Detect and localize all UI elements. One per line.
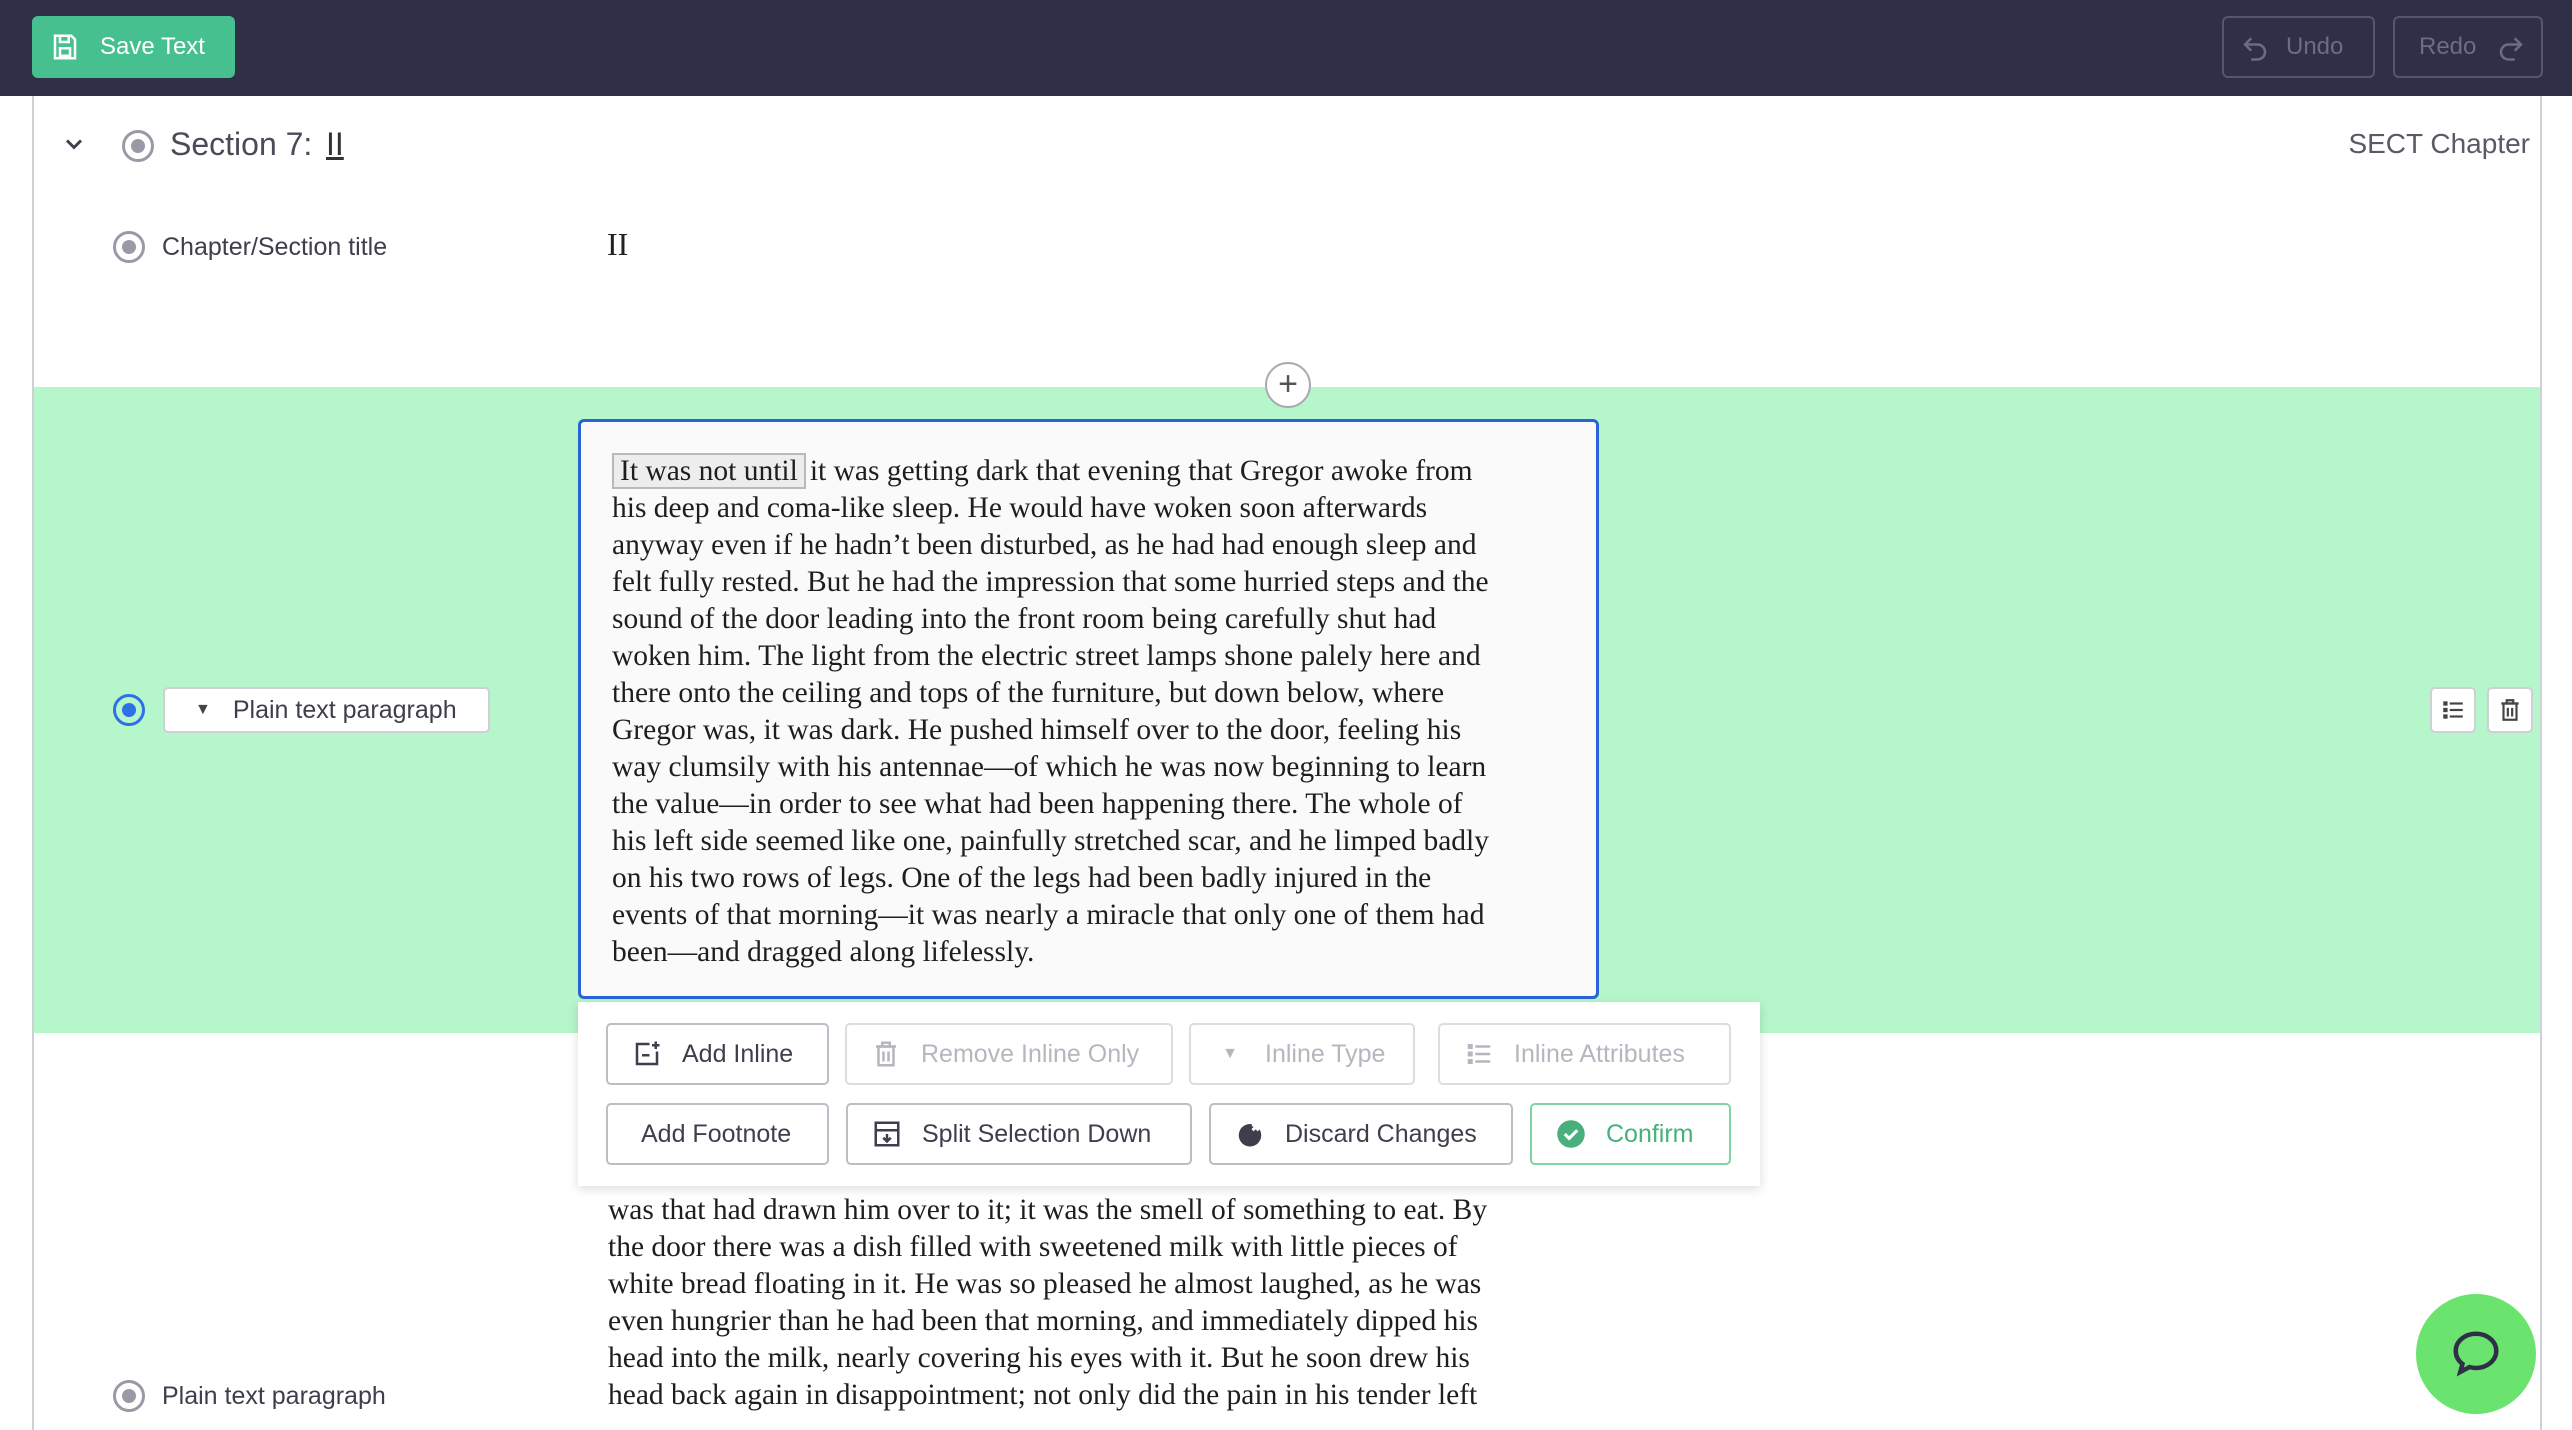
inline-attributes-label: Inline Attributes xyxy=(1514,1039,1685,1068)
list-icon xyxy=(1467,1044,1491,1064)
discard-changes-button[interactable]: Discard Changes xyxy=(1209,1103,1513,1165)
add-footnote-button[interactable]: Add Footnote xyxy=(606,1103,829,1165)
save-icon xyxy=(53,34,77,60)
remove-inline-only-label: Remove Inline Only xyxy=(921,1039,1140,1068)
remove-inline-only-button[interactable]: Remove Inline Only xyxy=(845,1023,1173,1085)
save-text-button[interactable]: Save Text xyxy=(32,16,235,78)
next-row-radio[interactable] xyxy=(113,1380,145,1412)
redo-label: Redo xyxy=(2419,33,2477,60)
paragraph-type-value: Plain text paragraph xyxy=(232,695,457,724)
add-inline-icon xyxy=(635,1041,660,1066)
chat-bubble-icon xyxy=(2453,1331,2499,1377)
inline-type-select[interactable]: ▼ Inline Type xyxy=(1189,1023,1415,1085)
confirm-button[interactable]: Confirm xyxy=(1530,1103,1731,1165)
selected-text[interactable]: It was not until xyxy=(612,453,806,489)
discard-icon xyxy=(1238,1122,1262,1147)
save-text-label: Save Text xyxy=(100,33,205,60)
split-selection-down-label: Split Selection Down xyxy=(922,1119,1152,1148)
paragraph-body-text: it was getting dark that evening that Gr… xyxy=(612,455,1489,968)
paragraph-type-select[interactable]: ▼ Plain text paragraph xyxy=(163,687,490,733)
redo-button[interactable]: Redo xyxy=(2393,16,2543,78)
chapter-title-label: Chapter/Section title xyxy=(162,233,388,261)
section-type-label: SECT Chapter xyxy=(2348,128,2530,159)
confirm-label: Confirm xyxy=(1606,1119,1694,1148)
add-block-button[interactable]: + xyxy=(1265,362,1311,408)
list-attributes-button[interactable] xyxy=(2430,687,2476,733)
plus-icon: + xyxy=(1278,365,1298,403)
delete-row-button[interactable] xyxy=(2487,687,2533,733)
check-circle-icon xyxy=(1557,1120,1585,1148)
inline-attributes-button[interactable]: Inline Attributes xyxy=(1438,1023,1731,1085)
add-footnote-label: Add Footnote xyxy=(641,1119,792,1148)
dropdown-caret-icon: ▼ xyxy=(1222,1045,1238,1062)
paragraph-editor-text[interactable]: It was not until it was getting dark that… xyxy=(612,453,1564,971)
trash-icon xyxy=(2501,699,2519,721)
active-row-radio[interactable] xyxy=(113,694,145,726)
collapse-chevron-icon[interactable] xyxy=(60,130,88,158)
section-number-link[interactable]: II xyxy=(326,126,344,163)
chat-support-button[interactable] xyxy=(2416,1294,2536,1414)
add-inline-button[interactable]: Add Inline xyxy=(606,1023,829,1085)
split-selection-down-button[interactable]: Split Selection Down xyxy=(846,1103,1192,1165)
section-radio[interactable] xyxy=(122,130,154,162)
section-title: Section 7: xyxy=(170,126,313,162)
redo-icon xyxy=(2500,37,2524,61)
add-inline-label: Add Inline xyxy=(682,1039,794,1068)
chapter-title-radio[interactable] xyxy=(113,231,145,263)
undo-button[interactable]: Undo xyxy=(2222,16,2375,78)
discard-changes-label: Discard Changes xyxy=(1285,1119,1477,1148)
undo-label: Undo xyxy=(2286,33,2344,60)
next-row-type-label: Plain text paragraph xyxy=(162,1382,386,1410)
inline-type-label: Inline Type xyxy=(1265,1039,1386,1068)
dropdown-caret-icon: ▼ xyxy=(195,701,211,718)
chapter-title-value[interactable]: II xyxy=(607,226,628,263)
split-down-icon xyxy=(874,1121,900,1147)
paragraph-editor[interactable]: It was not until it was getting dark that… xyxy=(578,419,1599,999)
undo-icon xyxy=(2243,37,2267,61)
next-paragraph-text[interactable]: was that had drawn him over to it; it wa… xyxy=(608,1192,1608,1414)
top-toolbar: Save Text Undo Redo xyxy=(0,0,2572,96)
list-icon xyxy=(2443,701,2463,719)
trash-icon xyxy=(876,1041,896,1067)
inline-edit-toolbar: Add Inline Remove Inline Only ▼ Inline T… xyxy=(578,1002,1760,1186)
